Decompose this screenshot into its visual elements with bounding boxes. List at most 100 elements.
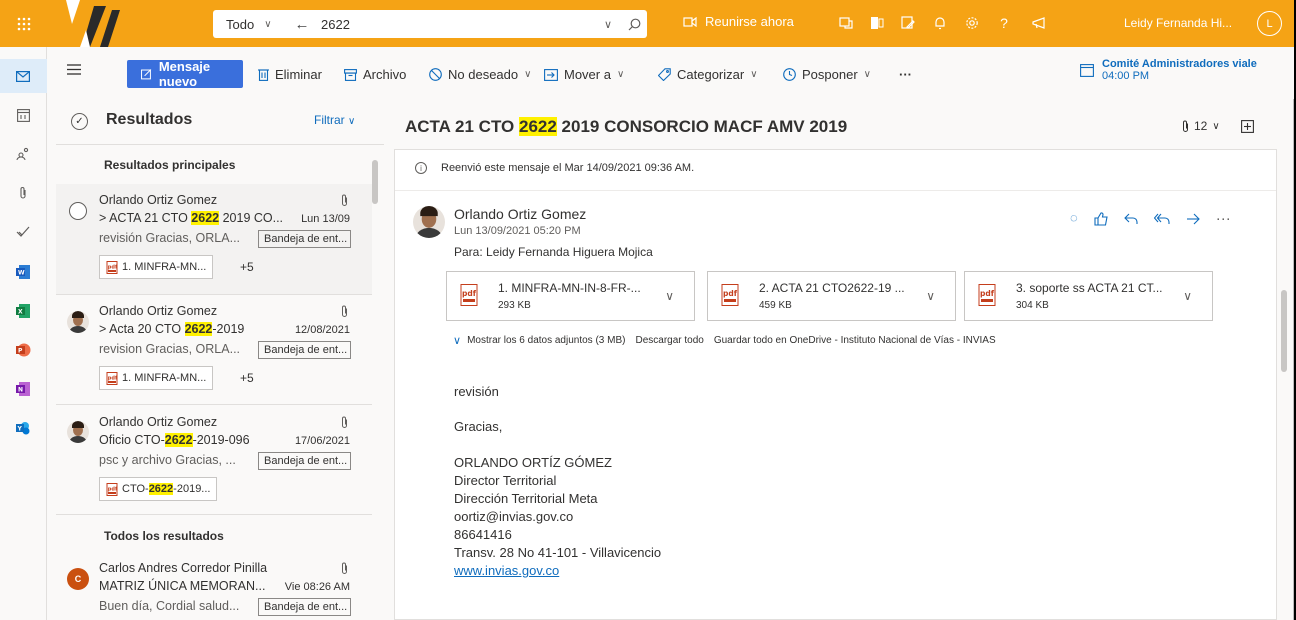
bell-icon[interactable] [929, 12, 951, 34]
search-icon[interactable] [621, 10, 647, 38]
body-line: Gracias, [454, 419, 503, 434]
sender-name[interactable]: Orlando Ortiz Gomez [454, 206, 586, 222]
new-message-label: Mensaje nuevo [158, 59, 211, 89]
message-item[interactable]: Orlando Ortiz Gomez > ACTA 21 CTO 2622 2… [56, 184, 372, 295]
reading-pane-header: ACTA 21 CTO 2622 2019 CONSORCIO MACF AMV… [384, 99, 1294, 147]
user-avatar[interactable]: L [1257, 11, 1282, 36]
svg-text:pdf: pdf [108, 264, 118, 270]
save-onedrive-link[interactable]: Guardar todo en OneDrive - Instituto Nac… [714, 335, 996, 346]
more-actions-icon[interactable]: ··· [1216, 210, 1231, 227]
user-name[interactable]: Leidy Fernanda Hi... [1124, 16, 1232, 30]
categorize-button[interactable]: Categorizar ∨ [658, 67, 758, 82]
message-container: i Reenvió este mensaje el Mar 14/09/2021… [394, 149, 1277, 620]
onenote-icon[interactable]: N [12, 378, 34, 400]
calendar-icon[interactable] [12, 104, 34, 126]
reading-scrollbar[interactable] [1281, 290, 1287, 372]
my-day-icon[interactable] [897, 12, 919, 34]
download-all-link[interactable]: Descargar todo [635, 335, 703, 346]
subject-text: -2019-096 [192, 433, 250, 447]
attachment-card[interactable]: pdf 1. MINFRA-MN-IN-8-FR-... 293 KB ∨ [446, 271, 695, 321]
office-icon[interactable] [866, 12, 888, 34]
attach-icon[interactable] [12, 182, 34, 204]
tag-icon [658, 68, 671, 81]
junk-button[interactable]: No deseado ∨ [429, 67, 531, 82]
search-highlight: 2622 [184, 322, 213, 336]
meet-now-button[interactable]: Reunirse ahora [683, 14, 794, 29]
attachment-card[interactable]: pdf 2. ACTA 21 CTO2622-19 ... 459 KB ∨ [707, 271, 956, 321]
teams-icon[interactable] [835, 12, 857, 34]
chevron-down-icon[interactable]: ∨ [665, 289, 674, 303]
delete-button[interactable]: Eliminar [258, 67, 322, 82]
subject-text: 2019 CONSORCIO MACF AMV 2019 [556, 117, 848, 136]
filter-button[interactable]: Filtrar ∨ [314, 113, 355, 127]
word-icon[interactable]: W [12, 261, 34, 283]
reply-icon[interactable] [1123, 213, 1138, 225]
attachment-chip[interactable]: pdf 1. MINFRA-MN... [99, 255, 214, 279]
block-icon [429, 68, 442, 81]
list-scrollbar[interactable] [372, 160, 378, 204]
attachment-chip[interactable]: pdf 1. MINFRA-MN... [99, 366, 214, 390]
search-dropdown-icon[interactable]: ∨ [595, 10, 621, 38]
sender-name: Orlando Ortiz Gomez [99, 304, 218, 318]
help-icon[interactable]: ? [993, 12, 1015, 34]
move-label: Mover a [564, 67, 611, 82]
forward-icon[interactable] [1186, 213, 1200, 225]
message-item[interactable]: Orlando Ortiz Gomez Oficio CTO-2622-2019… [56, 405, 372, 515]
search-input[interactable]: 2622 [315, 17, 595, 32]
archive-icon [344, 68, 357, 81]
archive-button[interactable]: Archivo [344, 67, 406, 82]
website-link[interactable]: www.invias.gov.co [454, 563, 559, 578]
attachment-chip[interactable]: pdf CTO-2622-2019... [99, 477, 218, 501]
reminder-notification[interactable]: Comité Administradores viale 04:00 PM [1080, 58, 1257, 82]
move-to-button[interactable]: Mover a ∨ [544, 67, 624, 82]
gear-icon[interactable] [961, 12, 983, 34]
hamburger-menu-icon[interactable] [67, 64, 81, 78]
chevron-down-icon[interactable]: ∨ [926, 289, 935, 303]
attachment-icon [342, 194, 347, 206]
search-highlight: 2622 [518, 117, 557, 136]
select-all-checkbox[interactable]: ✓ [71, 113, 88, 130]
reactions-icon[interactable]: ◌ [1070, 210, 1078, 227]
new-message-button[interactable]: Mensaje nuevo [127, 59, 243, 89]
avatar [67, 421, 89, 443]
search-scope-dropdown[interactable]: Todo ∨ [213, 17, 289, 32]
powerpoint-icon[interactable]: P [12, 339, 34, 361]
trash-icon [258, 69, 269, 81]
sender-name: Orlando Ortiz Gomez [99, 193, 218, 207]
feedback-icon[interactable] [1028, 12, 1050, 34]
message-item[interactable]: C Carlos Andres Corredor Pinilla MATRIZ … [56, 552, 372, 620]
message-preview: psc y archivo Gracias, ... [99, 453, 236, 467]
todo-icon[interactable] [12, 221, 34, 243]
people-icon[interactable] [12, 143, 34, 165]
like-icon[interactable] [1094, 212, 1108, 226]
message-item[interactable]: Orlando Ortiz Gomez > Acta 20 CTO 2622-2… [56, 295, 372, 405]
app-launcher-icon[interactable] [0, 0, 47, 47]
subject-text: > ACTA 21 CTO [99, 211, 192, 225]
archive-label: Archivo [363, 67, 407, 82]
search-highlight: 2622 [164, 433, 193, 447]
snooze-button[interactable]: Posponer ∨ [783, 67, 871, 82]
reply-all-icon[interactable] [1153, 213, 1170, 225]
yammer-icon[interactable]: Y [12, 417, 34, 439]
forward-note-text: Reenvió este mensaje el Mar 14/09/2021 0… [441, 162, 695, 174]
app-rail: W X P N Y [0, 47, 47, 620]
more-commands-button[interactable]: ··· [899, 67, 912, 82]
svg-text:pdf: pdf [108, 486, 118, 492]
expand-icon[interactable] [1241, 120, 1254, 133]
search-box[interactable]: Todo ∨ ← 2622 ∨ [213, 10, 647, 38]
excel-icon[interactable]: X [12, 300, 34, 322]
svg-text:P: P [18, 348, 23, 355]
sender-avatar[interactable] [413, 206, 445, 238]
attachment-card[interactable]: pdf 3. soporte ss ACTA 21 CT... 304 KB ∨ [964, 271, 1213, 321]
thread-count[interactable]: 12 ∨ [1182, 119, 1220, 133]
message-subject: > ACTA 21 CTO 2622 2019 CO... [99, 211, 283, 225]
mail-icon[interactable] [12, 65, 34, 87]
message-actions: ◌ ··· [1070, 210, 1231, 227]
svg-text:W: W [18, 270, 25, 277]
subject-text: -2019 [212, 322, 245, 336]
delete-label: Eliminar [275, 67, 322, 82]
show-all-attachments[interactable]: ∨ Mostrar los 6 datos adjuntos (3 MB) [453, 334, 625, 347]
back-arrow-icon[interactable]: ← [289, 16, 315, 33]
select-radio[interactable] [69, 202, 87, 220]
chevron-down-icon[interactable]: ∨ [1183, 289, 1192, 303]
